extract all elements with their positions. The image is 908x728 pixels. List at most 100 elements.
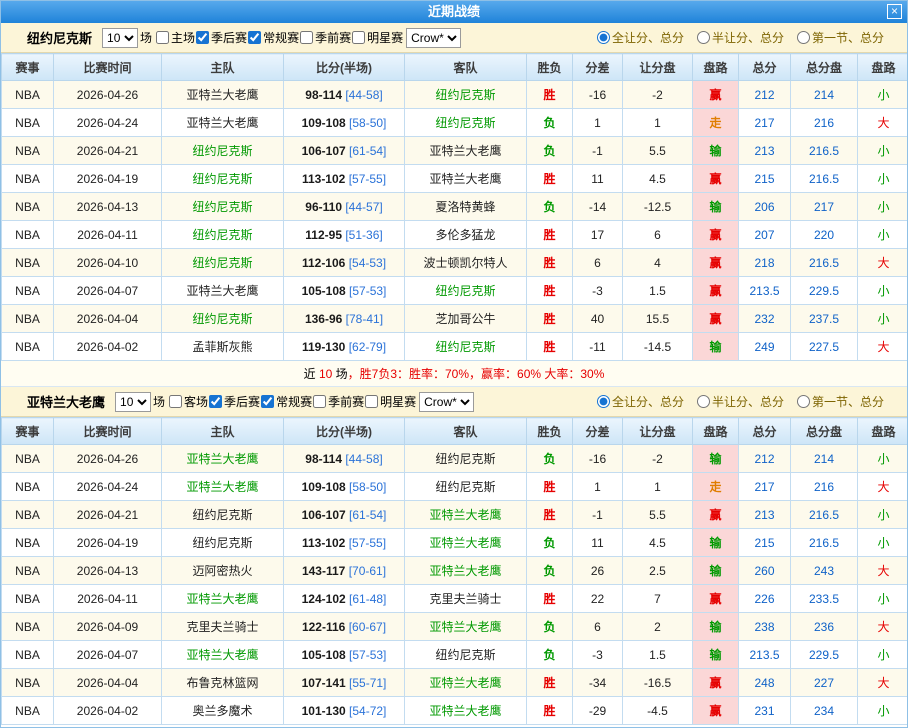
venue-checkbox-text-2: 客场 — [184, 393, 208, 410]
preseason-checkbox-label-2[interactable]: 季前赛 — [313, 393, 364, 410]
date-cell: 2026-04-11 — [54, 221, 162, 249]
winloss-cell: 胜 — [527, 221, 573, 249]
radio-full-handicap-total[interactable]: 全让分、总分 — [597, 29, 684, 46]
total-points-cell: 213 — [739, 137, 791, 165]
winloss-cell: 负 — [527, 641, 573, 669]
radio-input-full[interactable] — [597, 31, 610, 44]
score-cell: 136-96 [78-41] — [284, 305, 405, 333]
regular-season-checkbox[interactable] — [248, 31, 261, 44]
regular-season-checkbox-label-2[interactable]: 常规赛 — [261, 393, 312, 410]
half-score: [58-50] — [349, 480, 386, 494]
league-cell: NBA — [2, 221, 54, 249]
radio-input-q1-2[interactable] — [797, 395, 810, 408]
radio-input-half[interactable] — [697, 31, 710, 44]
score-cell: 96-110 [44-57] — [284, 193, 405, 221]
playoffs-checkbox[interactable] — [196, 31, 209, 44]
match-row: NBA2026-04-13迈阿密热火143-117 [70-61]亚特兰大老鹰负… — [2, 557, 908, 585]
allstar-checkbox[interactable] — [352, 31, 365, 44]
away-team-cell: 亚特兰大老鹰 — [405, 137, 527, 165]
total-line-cell: 216 — [791, 473, 858, 501]
overunder-cell: 大 — [858, 473, 908, 501]
games-unit-label: 场 — [140, 29, 152, 46]
allstar-checkbox-text: 明星赛 — [367, 29, 403, 46]
date-cell: 2026-04-04 — [54, 305, 162, 333]
regular-season-checkbox-2[interactable] — [261, 395, 274, 408]
match-row: NBA2026-04-19纽约尼克斯113-102 [57-55]亚特兰大老鹰胜… — [2, 165, 908, 193]
allstar-checkbox-2[interactable] — [365, 395, 378, 408]
crow-select[interactable]: Crow* — [406, 28, 461, 48]
crow-select-2[interactable]: Crow* — [419, 392, 474, 412]
winloss-cell: 负 — [527, 529, 573, 557]
league-cell: NBA — [2, 109, 54, 137]
allstar-checkbox-label[interactable]: 明星赛 — [352, 29, 403, 46]
half-score: [57-53] — [349, 284, 386, 298]
home-team-cell: 克里夫兰骑士 — [162, 613, 284, 641]
playoffs-checkbox-label-2[interactable]: 季后赛 — [209, 393, 260, 410]
home-team-cell: 亚特兰大老鹰 — [162, 585, 284, 613]
away-team-cell: 纽约尼克斯 — [405, 81, 527, 109]
winloss-cell: 胜 — [527, 305, 573, 333]
final-score: 106-107 — [302, 508, 346, 522]
point-diff-cell: 11 — [573, 165, 623, 193]
handicap-result-cell: 输 — [693, 529, 739, 557]
recent-results-dialog: 近期战绩 × 纽约尼克斯 10 场 主场 季后赛 常规赛 季前赛 明星赛 — [0, 0, 908, 728]
away-team-cell: 纽约尼克斯 — [405, 333, 527, 361]
away-team-cell: 纽约尼克斯 — [405, 109, 527, 137]
league-cell: NBA — [2, 669, 54, 697]
half-score: [57-55] — [349, 172, 386, 186]
preseason-checkbox-label[interactable]: 季前赛 — [300, 29, 351, 46]
radio-full-handicap-total-2[interactable]: 全让分、总分 — [597, 393, 684, 410]
venue-checkbox[interactable] — [156, 31, 169, 44]
handicap-cell: 7 — [623, 585, 693, 613]
match-row: NBA2026-04-04纽约尼克斯136-96 [78-41]芝加哥公牛胜40… — [2, 305, 908, 333]
radio-half-handicap-total[interactable]: 半让分、总分 — [697, 29, 784, 46]
final-score: 112-106 — [302, 256, 345, 270]
half-score: [61-54] — [349, 144, 386, 158]
regular-season-checkbox-label[interactable]: 常规赛 — [248, 29, 299, 46]
total-line-cell: 233.5 — [791, 585, 858, 613]
league-cell: NBA — [2, 193, 54, 221]
games-count-select[interactable]: 10 — [102, 28, 138, 48]
radio-input-q1[interactable] — [797, 31, 810, 44]
radio-input-half-2[interactable] — [697, 395, 710, 408]
header-score: 比分(半场) — [284, 54, 405, 81]
venue-checkbox-label-2[interactable]: 客场 — [169, 393, 208, 410]
venue-checkbox-label[interactable]: 主场 — [156, 29, 195, 46]
date-cell: 2026-04-26 — [54, 445, 162, 473]
point-diff-cell: -16 — [573, 445, 623, 473]
preseason-checkbox[interactable] — [300, 31, 313, 44]
venue-checkbox-2[interactable] — [169, 395, 182, 408]
total-points-cell: 217 — [739, 473, 791, 501]
date-cell: 2026-04-19 — [54, 165, 162, 193]
preseason-checkbox-2[interactable] — [313, 395, 326, 408]
header-winloss: 胜负 — [527, 418, 573, 445]
handicap-cell: 5.5 — [623, 137, 693, 165]
handicap-result-cell: 赢 — [693, 697, 739, 725]
radio-first-quarter-total-2[interactable]: 第一节、总分 — [797, 393, 884, 410]
score-cell: 98-114 [44-58] — [284, 81, 405, 109]
home-team-cell: 纽约尼克斯 — [162, 221, 284, 249]
header-handicap-result: 盘路 — [693, 418, 739, 445]
playoffs-checkbox-label[interactable]: 季后赛 — [196, 29, 247, 46]
close-button[interactable]: × — [887, 4, 902, 19]
table-header-row: 赛事 比赛时间 主队 比分(半场) 客队 胜负 分差 让分盘 盘路 总分 总分盘… — [2, 54, 908, 81]
header-total-line: 总分盘 — [791, 54, 858, 81]
handicap-cell: 6 — [623, 221, 693, 249]
handicap-result-cell: 输 — [693, 445, 739, 473]
playoffs-checkbox-2[interactable] — [209, 395, 222, 408]
allstar-checkbox-label-2[interactable]: 明星赛 — [365, 393, 416, 410]
header-point-diff: 分差 — [573, 418, 623, 445]
overunder-cell: 小 — [858, 305, 908, 333]
handicap-cell: -2 — [623, 445, 693, 473]
point-diff-cell: -1 — [573, 137, 623, 165]
handicap-result-cell: 赢 — [693, 249, 739, 277]
radio-half-handicap-total-2[interactable]: 半让分、总分 — [697, 393, 784, 410]
games-count-select-2[interactable]: 10 — [115, 392, 151, 412]
dialog-title: 近期战绩 — [428, 4, 480, 19]
overunder-cell: 大 — [858, 557, 908, 585]
header-handicap-result: 盘路 — [693, 54, 739, 81]
league-cell: NBA — [2, 137, 54, 165]
radio-first-quarter-total[interactable]: 第一节、总分 — [797, 29, 884, 46]
radio-input-full-2[interactable] — [597, 395, 610, 408]
away-team-cell: 亚特兰大老鹰 — [405, 669, 527, 697]
